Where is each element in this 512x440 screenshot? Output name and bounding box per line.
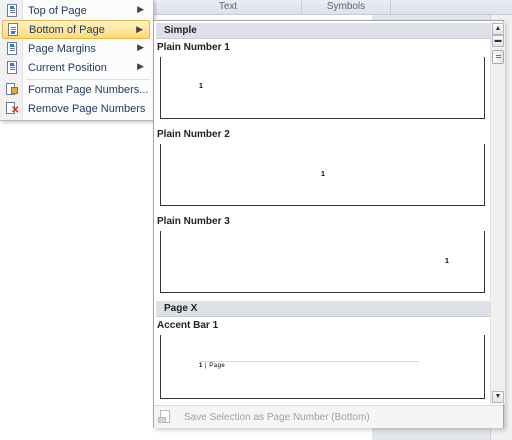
accent-bar-sample: 1 | Page	[199, 363, 226, 369]
menu-item-label: Top of Page	[28, 4, 87, 17]
gallery-item-title: Plain Number 3	[157, 216, 230, 227]
gallery-item-plain-number-1[interactable]: 1	[160, 57, 485, 119]
ribbon-group-text-label: Text	[218, 1, 238, 12]
submenu-arrow-icon: ▶	[136, 24, 143, 34]
menu-item-label: Bottom of Page	[29, 23, 105, 36]
menu-item-label: Current Position	[28, 61, 107, 74]
save-selection-footer: Save Selection as Page Number (Bottom)	[154, 405, 503, 428]
scroll-up-button[interactable]: ▲	[492, 23, 504, 35]
category-header-page-x: Page X	[156, 301, 490, 317]
menu-item-label: Format Page Numbers...	[28, 83, 149, 96]
page-bottom-icon	[3, 20, 23, 39]
page-top-icon	[2, 1, 22, 20]
menu-item-label: Page Margins	[28, 42, 96, 55]
ribbon-separator	[390, 0, 391, 14]
gallery-item-title: Plain Number 2	[157, 129, 230, 140]
bottom-of-page-gallery: Simple Plain Number 1 1 Plain Number 2 1…	[153, 20, 505, 428]
accent-bar-line	[199, 361, 419, 362]
menu-item-bottom-of-page[interactable]: Bottom of Page ▶	[2, 20, 150, 39]
format-page-numbers-icon	[2, 80, 22, 99]
gallery-item-accent-bar-1[interactable]: 1 | Page	[160, 335, 485, 399]
menu-item-top-of-page[interactable]: Top of Page ▶	[2, 1, 150, 20]
menu-item-page-margins[interactable]: Page Margins ▶	[2, 39, 150, 58]
page-number-sample: 1	[445, 258, 449, 265]
current-position-icon	[2, 58, 22, 77]
page-number-sample: 1	[321, 171, 325, 178]
scroll-page-button[interactable]: ▬	[492, 35, 504, 47]
submenu-arrow-icon: ▶	[137, 61, 144, 71]
gallery-item-title: Accent Bar 1	[157, 320, 219, 331]
category-header-simple: Simple	[156, 23, 490, 39]
menu-item-current-position[interactable]: Current Position ▶	[2, 58, 150, 77]
menu-item-remove-page-numbers[interactable]: ✕ Remove Page Numbers	[2, 99, 150, 118]
gallery-item-title: Plain Number 1	[157, 42, 230, 53]
remove-page-numbers-icon: ✕	[2, 99, 22, 118]
save-selection-button: Save Selection as Page Number (Bottom)	[184, 411, 370, 423]
scroll-down-button[interactable]: ▼	[492, 391, 504, 403]
gallery-scrollbar[interactable]: ▲ ▬ ▼	[490, 22, 505, 404]
scrollbar-thumb[interactable]	[492, 50, 504, 64]
submenu-arrow-icon: ▶	[137, 42, 144, 52]
save-selection-icon	[158, 410, 174, 424]
gallery-item-plain-number-3[interactable]: 1	[160, 231, 485, 293]
menu-item-format-page-numbers[interactable]: Format Page Numbers...	[2, 80, 150, 99]
page-number-menu: Top of Page ▶ Bottom of Page ▶ Page Marg…	[0, 0, 154, 121]
menu-item-label: Remove Page Numbers	[28, 102, 146, 115]
gallery-item-plain-number-2[interactable]: 1	[160, 144, 485, 206]
submenu-arrow-icon: ▶	[137, 4, 144, 14]
page-margins-icon	[2, 39, 22, 58]
page-number-sample: 1	[199, 83, 203, 90]
ribbon-group-symbols-label: Symbols	[326, 1, 366, 12]
